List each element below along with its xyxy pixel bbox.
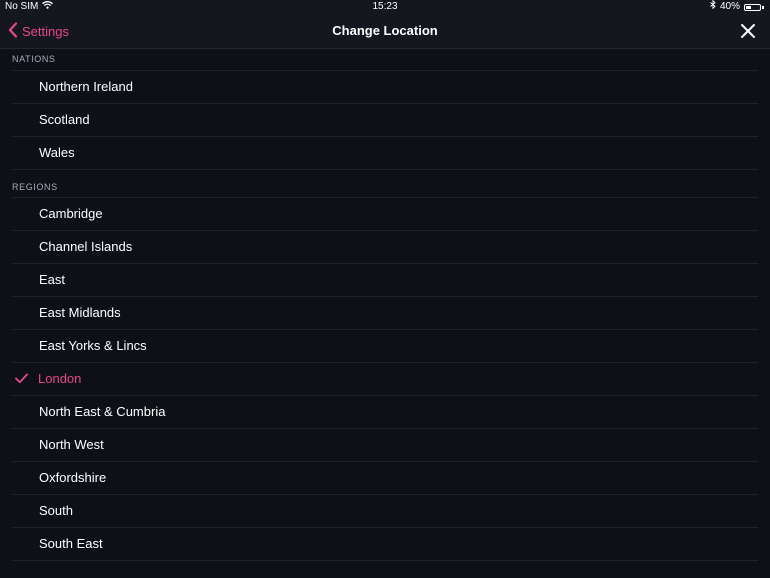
status-right: 40%: [710, 0, 764, 14]
page-title: Change Location: [332, 23, 438, 38]
regions-list: Cambridge Channel Islands East East Midland…: [0, 197, 770, 561]
list-item-label: North West: [39, 437, 104, 452]
navigation-bar: Settings Change Location: [0, 14, 770, 49]
list-item-label: Channel Islands: [39, 239, 133, 254]
list-item-label: London: [38, 371, 82, 386]
list-item[interactable]: East: [12, 263, 758, 296]
list-item[interactable]: East Yorks & Lincs: [12, 329, 758, 362]
list-item-label: East Midlands: [39, 305, 121, 320]
list-item-label: Wales: [39, 145, 75, 160]
list-item[interactable]: South: [12, 494, 758, 527]
list-item-label: East Yorks & Lincs: [39, 338, 147, 353]
checkmark-icon: [15, 373, 28, 384]
section-header-nations: NATIONS: [12, 54, 56, 64]
list-item[interactable]: Wales: [12, 136, 758, 170]
list-item-label: Cambridge: [39, 206, 103, 221]
chevron-left-icon: [8, 21, 18, 41]
location-list: NATIONS Northern Ireland Scotland Wales RE…: [0, 49, 770, 561]
list-item-label: East: [39, 272, 66, 287]
battery-percent: 40%: [719, 1, 740, 12]
close-button[interactable]: [740, 23, 756, 39]
list-item[interactable]: East Midlands: [12, 296, 758, 329]
battery-tip: [762, 5, 764, 9]
list-item[interactable]: Scotland: [12, 103, 758, 136]
list-item-label: North East & Cumbria: [39, 404, 166, 419]
list-item-label: South: [39, 503, 73, 518]
status-time: 15:23: [372, 1, 398, 12]
battery-fill: [746, 5, 752, 9]
list-item[interactable]: South East: [12, 527, 758, 561]
list-item-label: Oxfordshire: [39, 470, 107, 485]
back-button[interactable]: Settings: [8, 14, 69, 48]
back-button-label: Settings: [22, 23, 69, 39]
list-item[interactable]: London: [12, 362, 758, 395]
list-item[interactable]: Northern Ireland: [12, 70, 758, 103]
list-item[interactable]: North West: [12, 428, 758, 461]
section-header-regions: REGIONS: [12, 182, 58, 192]
list-item[interactable]: Oxfordshire: [12, 461, 758, 494]
list-item[interactable]: Channel Islands: [12, 230, 758, 263]
nations-list: Northern Ireland Scotland Wales: [0, 70, 770, 170]
status-bar: No SIM 15:23 40%: [0, 0, 770, 14]
close-icon: [741, 24, 755, 38]
bluetooth-icon: [710, 0, 716, 14]
battery-icon: [744, 3, 761, 11]
list-item[interactable]: Cambridge: [12, 197, 758, 230]
list-item-label: Northern Ireland: [39, 79, 133, 94]
list-item-label: Scotland: [39, 112, 90, 127]
list-item-label: South East: [39, 536, 103, 551]
list-item[interactable]: North East & Cumbria: [12, 395, 758, 428]
